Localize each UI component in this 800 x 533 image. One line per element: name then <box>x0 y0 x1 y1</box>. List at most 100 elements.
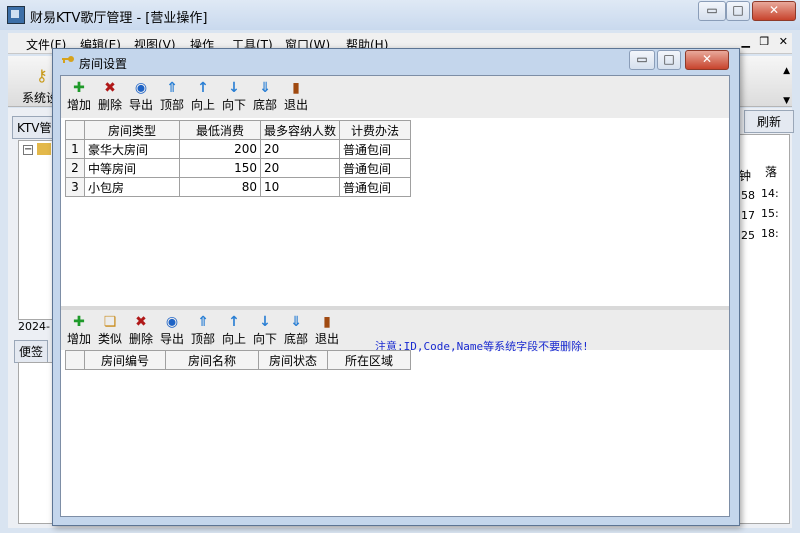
exit-button[interactable]: ▮ 退出 <box>280 78 312 114</box>
min-consumption-cell[interactable]: 80 <box>179 177 261 197</box>
cell: 18: <box>761 227 779 240</box>
delete-icon: ✖ <box>104 80 116 96</box>
export-button[interactable]: ◉ 导出 <box>125 78 157 114</box>
bottom-button[interactable]: ⇓ 底部 <box>280 312 312 348</box>
dialog-maximize-button[interactable]: □ <box>657 50 681 70</box>
mdi-controls: ▁ ❐ ✕ <box>735 35 788 48</box>
up-icon: ↑ <box>197 80 209 96</box>
add-button[interactable]: ✚ 增加 <box>63 312 95 348</box>
top-button[interactable]: ⇑ 顶部 <box>187 312 219 348</box>
cell: 58 <box>741 189 755 202</box>
billing-method-cell[interactable]: 普通包间 <box>339 139 412 159</box>
row-number-header <box>65 120 85 140</box>
add-button[interactable]: ✚ 增加 <box>63 78 95 114</box>
toolbar-overflow-icon-2[interactable]: ▼ <box>783 96 790 106</box>
mdi-close-icon[interactable]: ✕ <box>779 35 788 48</box>
delete-button[interactable]: ✖ 删除 <box>94 78 126 114</box>
delete-icon: ✖ <box>135 314 147 330</box>
exit-icon: ▮ <box>292 80 300 96</box>
export-icon: ◉ <box>134 80 148 96</box>
cell: 15: <box>761 207 779 220</box>
room-toolbar: ✚ 增加 ❏ 类似 ✖ 删除 ◉ 导出 ⇑ 顶部 ↑ 向上 ↓ 向下 ⇓ 底部 ▮ 退出 <box>61 310 371 350</box>
table-row[interactable]: 3 小包房 80 10 普通包间 <box>65 177 412 197</box>
bottom-icon: ⇓ <box>290 314 302 330</box>
delete-button[interactable]: ✖ 删除 <box>125 312 157 348</box>
grid-header-row: 房间类型 最低消费 最多容纳人数 计费办法 <box>65 120 412 140</box>
bottom-button[interactable]: ⇓ 底部 <box>249 78 281 114</box>
max-capacity-cell[interactable]: 10 <box>259 177 341 197</box>
room-type-cell[interactable]: 豪华大房间 <box>84 139 180 159</box>
cell: 25 <box>741 229 755 242</box>
down-icon: ↓ <box>228 80 240 96</box>
col-minute-header: 钟 <box>739 169 752 183</box>
col-min-consumption[interactable]: 最低消费 <box>179 120 261 140</box>
row-number-header <box>65 350 85 370</box>
max-capacity-cell[interactable]: 20 <box>259 139 341 159</box>
col-billing-method[interactable]: 计费办法 <box>339 120 412 140</box>
close-button[interactable]: ✕ <box>752 1 796 21</box>
ktv-tab[interactable]: KTV管 <box>12 116 57 139</box>
room-settings-dialog: 房间设置 ▭ □ ✕ ✚ 增加 ✖ 删除 ◉ 导出 ⇑ 顶部 ↑ 向上 ↓ 向下 ⇓ 底部 ▮… <box>52 48 740 526</box>
tree-expand-icon[interactable]: − <box>23 145 33 155</box>
col-room-status[interactable]: 房间状态 <box>258 350 328 370</box>
app-icon <box>7 6 25 24</box>
export-button[interactable]: ◉ 导出 <box>156 312 188 348</box>
min-consumption-cell[interactable]: 200 <box>179 139 261 159</box>
toolbar-overflow-icon[interactable]: ▲ <box>783 66 790 76</box>
folder-icon <box>37 143 51 155</box>
move-up-button[interactable]: ↑ 向上 <box>218 312 250 348</box>
room-type-toolbar: ✚ 增加 ✖ 删除 ◉ 导出 ⇑ 顶部 ↑ 向上 ↓ 向下 ⇓ 底部 ▮ 退出 <box>61 76 729 118</box>
similar-button[interactable]: ❏ 类似 <box>94 312 126 348</box>
dialog-minimize-button[interactable]: ▭ <box>629 50 655 70</box>
top-icon: ⇑ <box>166 80 178 96</box>
room-grid: 房间编号 房间名称 房间状态 所在区域 <box>65 350 411 370</box>
maximize-button[interactable]: □ <box>726 1 750 21</box>
cell: 14: <box>761 187 779 200</box>
cell: 17 <box>741 209 755 222</box>
table-row[interactable]: 1 豪华大房间 200 20 普通包间 <box>65 139 412 159</box>
col-room-name[interactable]: 房间名称 <box>165 350 259 370</box>
col-last-header: 落 <box>765 165 778 179</box>
min-consumption-cell[interactable]: 150 <box>179 158 261 178</box>
exit-icon: ▮ <box>323 314 331 330</box>
add-icon: ✚ <box>73 80 85 96</box>
mdi-restore-icon[interactable]: ❐ <box>759 35 769 48</box>
col-area[interactable]: 所在区域 <box>327 350 411 370</box>
date-label: 2024- <box>18 320 50 333</box>
mdi-minimize-icon[interactable]: ▁ <box>741 35 749 48</box>
add-icon: ✚ <box>73 314 85 330</box>
dialog-title-bar[interactable]: 房间设置 ▭ □ ✕ <box>53 49 739 75</box>
room-type-cell[interactable]: 中等房间 <box>84 158 180 178</box>
room-type-grid: 房间类型 最低消费 最多容纳人数 计费办法 1 豪华大房间 200 20 普通包… <box>65 120 412 197</box>
move-up-button[interactable]: ↑ 向上 <box>187 78 219 114</box>
dialog-close-button[interactable]: ✕ <box>685 50 729 70</box>
col-room-type[interactable]: 房间类型 <box>84 120 180 140</box>
main-title-bar: 财易KTV歌厅管理 - [营业操作] ▭ □ ✕ <box>0 0 800 30</box>
row-number: 2 <box>65 158 85 178</box>
down-icon: ↓ <box>259 314 271 330</box>
billing-method-cell[interactable]: 普通包间 <box>339 177 412 197</box>
top-button[interactable]: ⇑ 顶部 <box>156 78 188 114</box>
grid-header-row: 房间编号 房间名称 房间状态 所在区域 <box>65 350 411 370</box>
max-capacity-cell[interactable]: 20 <box>259 158 341 178</box>
col-room-number[interactable]: 房间编号 <box>84 350 166 370</box>
bottom-icon: ⇓ <box>259 80 271 96</box>
move-down-button[interactable]: ↓ 向下 <box>249 312 281 348</box>
minimize-button[interactable]: ▭ <box>698 1 726 21</box>
table-row[interactable]: 2 中等房间 150 20 普通包间 <box>65 158 412 178</box>
room-type-cell[interactable]: 小包房 <box>84 177 180 197</box>
exit-button[interactable]: ▮ 退出 <box>311 312 343 348</box>
move-down-button[interactable]: ↓ 向下 <box>218 78 250 114</box>
export-icon: ◉ <box>165 314 179 330</box>
billing-method-cell[interactable]: 普通包间 <box>339 158 412 178</box>
similar-icon: ❏ <box>103 314 117 330</box>
col-max-capacity[interactable]: 最多容纳人数 <box>259 120 341 140</box>
window-title: 财易KTV歌厅管理 - [营业操作] <box>30 11 208 26</box>
note-tab[interactable]: 便签 <box>14 340 49 363</box>
right-grid: 钟 落 58 14: 17 15: 25 18: <box>736 134 790 524</box>
top-icon: ⇑ <box>197 314 209 330</box>
key-icon <box>62 56 74 63</box>
row-number: 1 <box>65 139 85 159</box>
row-number: 3 <box>65 177 85 197</box>
refresh-button[interactable]: 刷新 <box>744 110 794 133</box>
